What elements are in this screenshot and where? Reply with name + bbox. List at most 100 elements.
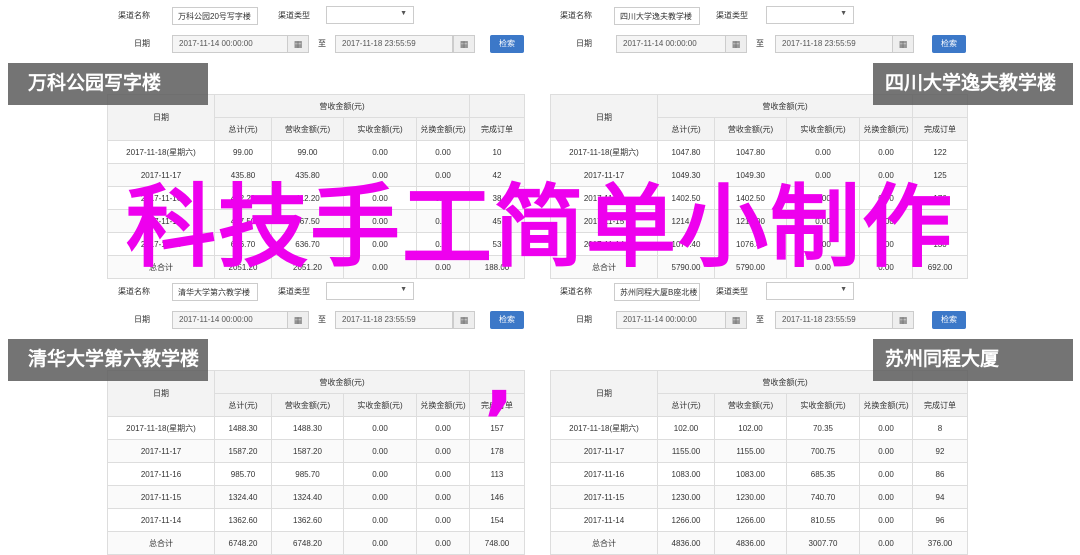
column-header[interactable]: 营收金额(元) xyxy=(714,117,787,141)
table-cell: 810.55 xyxy=(786,508,860,532)
channel-name-input[interactable]: 万科公园20号写字楼 xyxy=(172,7,258,25)
column-header[interactable]: 实收金额(元) xyxy=(786,117,860,141)
table-cell: 0.00 xyxy=(416,416,470,440)
calendar-grid-icon[interactable]: ▦ xyxy=(892,311,914,329)
table-cell: 685.35 xyxy=(786,462,860,486)
column-header[interactable]: 总计(元) xyxy=(657,117,715,141)
column-header[interactable]: 总计(元) xyxy=(214,393,272,417)
table-cell: 2017-11-14 xyxy=(107,508,215,532)
table-cell: 0.00 xyxy=(416,439,470,463)
building-banner: 四川大学逸夫教学楼 xyxy=(873,63,1073,105)
table-cell: 2017-11-15 xyxy=(550,485,658,509)
table-cell: 985.70 xyxy=(214,462,272,486)
end-date-input[interactable]: 2017-11-18 23:55:59 xyxy=(775,311,893,329)
start-date-input[interactable]: 2017-11-14 00:00:00 xyxy=(616,35,732,53)
column-header[interactable]: 总计(元) xyxy=(214,117,272,141)
table-row: 2017-11-18(星期六) 1488.30 1488.30 0.00 0.00 157 xyxy=(107,416,525,440)
table-row: 2017-11-15 1324.40 1324.40 0.00 0.00 146 xyxy=(107,485,525,509)
channel-name-input[interactable]: 四川大学逸夫教学楼 xyxy=(614,7,700,25)
column-header[interactable]: 总计(元) xyxy=(657,393,715,417)
column-header[interactable]: 实收金额(元) xyxy=(343,117,417,141)
start-date-input[interactable]: 2017-11-14 00:00:00 xyxy=(616,311,732,329)
channel-type-select[interactable]: ▼ xyxy=(326,6,414,24)
table-row: 2017-11-17 1155.00 1155.00 700.75 0.00 92 xyxy=(550,439,968,463)
table-cell: 748.00 xyxy=(469,531,525,555)
table-cell: 4836.00 xyxy=(657,531,715,555)
table-row: 2017-11-18(星期六) 99.00 99.00 0.00 0.00 10 xyxy=(107,140,525,164)
table-cell: 1324.40 xyxy=(271,485,344,509)
column-header[interactable]: 营收金额(元) xyxy=(271,117,344,141)
table-cell: 113 xyxy=(469,462,525,486)
table-cell: 2017-11-18(星期六) xyxy=(107,140,215,164)
table-cell: 1230.00 xyxy=(657,485,715,509)
column-header[interactable]: 营收金额(元) xyxy=(714,393,787,417)
column-header[interactable]: 营收金额(元) xyxy=(271,393,344,417)
table-cell: 985.70 xyxy=(271,462,344,486)
table-cell: 0.00 xyxy=(343,462,417,486)
search-button[interactable]: 检索 xyxy=(490,311,524,329)
calendar-grid-icon[interactable]: ▦ xyxy=(287,35,309,53)
calendar-grid-icon[interactable]: ▦ xyxy=(725,35,747,53)
building-banner: 清华大学第六教学楼 xyxy=(8,339,208,381)
search-button[interactable]: 检索 xyxy=(490,35,524,53)
table-row: 2017-11-15 1230.00 1230.00 740.70 0.00 94 xyxy=(550,485,968,509)
column-header[interactable]: 实收金额(元) xyxy=(343,393,417,417)
table-cell: 1047.80 xyxy=(657,140,715,164)
table-cell: 4836.00 xyxy=(714,531,787,555)
table-cell: 122 xyxy=(912,140,968,164)
start-date-input[interactable]: 2017-11-14 00:00:00 xyxy=(172,311,288,329)
table-cell: 2017-11-15 xyxy=(107,485,215,509)
column-header[interactable]: 兑换金额(元) xyxy=(859,117,913,141)
table-cell: 0.00 xyxy=(859,508,913,532)
table-cell: 2017-11-17 xyxy=(550,439,658,463)
report-panel-tsinghua: 渠道名称 清华大学第六教学楼 渠道类型 ▼ 日期 2017-11-14 00:00:00 ▦… xyxy=(0,276,540,555)
column-header[interactable]: 兑换金额(元) xyxy=(416,117,470,141)
date-range-separator: 至 xyxy=(756,39,764,48)
column-group-header: 营收金额(元) xyxy=(214,370,470,394)
table-cell: 1587.20 xyxy=(271,439,344,463)
date-range-separator: 至 xyxy=(756,315,764,324)
table-cell: 1230.00 xyxy=(714,485,787,509)
table-cell: 0.00 xyxy=(343,439,417,463)
table-cell: 8 xyxy=(912,416,968,440)
table-cell: 1083.00 xyxy=(714,462,787,486)
table-cell: 2017-11-17 xyxy=(107,439,215,463)
calendar-grid-icon[interactable]: ▦ xyxy=(453,311,475,329)
table-cell: 0.00 xyxy=(343,140,417,164)
channel-name-label: 渠道名称 xyxy=(118,11,150,20)
start-date-input[interactable]: 2017-11-14 00:00:00 xyxy=(172,35,288,53)
calendar-grid-icon[interactable]: ▦ xyxy=(287,311,309,329)
table-cell: 0.00 xyxy=(416,140,470,164)
date-label: 日期 xyxy=(134,39,150,48)
end-date-input[interactable]: 2017-11-18 23:55:59 xyxy=(775,35,893,53)
calendar-grid-icon[interactable]: ▦ xyxy=(453,35,475,53)
table-cell: 1324.40 xyxy=(214,485,272,509)
table-cell: 2017-11-18(星期六) xyxy=(107,416,215,440)
search-button[interactable]: 检索 xyxy=(932,311,966,329)
end-date-input[interactable]: 2017-11-18 23:55:59 xyxy=(335,35,453,53)
table-cell: 86 xyxy=(912,462,968,486)
table-row: 2017-11-14 1266.00 1266.00 810.55 0.00 96 xyxy=(550,508,968,532)
calendar-grid-icon[interactable]: ▦ xyxy=(725,311,747,329)
column-header[interactable]: 兑换金额(元) xyxy=(416,393,470,417)
table-cell: 92 xyxy=(912,439,968,463)
column-header[interactable]: 完成订单 xyxy=(912,117,968,141)
table-cell: 376.00 xyxy=(912,531,968,555)
column-header[interactable]: 兑换金额(元) xyxy=(859,393,913,417)
table-cell: 1362.60 xyxy=(214,508,272,532)
calendar-grid-icon[interactable]: ▦ xyxy=(892,35,914,53)
end-date-input[interactable]: 2017-11-18 23:55:59 xyxy=(335,311,453,329)
search-button[interactable]: 检索 xyxy=(932,35,966,53)
column-header[interactable]: 完成订单 xyxy=(469,117,525,141)
table-cell: 154 xyxy=(469,508,525,532)
table-cell: 102.00 xyxy=(714,416,787,440)
column-header[interactable]: 完成订单 xyxy=(912,393,968,417)
column-header-date: 日期 xyxy=(550,94,658,141)
column-header[interactable]: 实收金额(元) xyxy=(786,393,860,417)
revenue-table: 日期 营收金额(元) 总计(元) 营收金额(元) 实收金额(元) 兑换金额(元) 完成订单 2… xyxy=(550,370,968,555)
table-cell: 总合计 xyxy=(107,531,215,555)
channel-type-select[interactable]: ▼ xyxy=(766,6,854,24)
building-banner: 万科公园写字楼 xyxy=(8,63,208,105)
table-row: 2017-11-16 1083.00 1083.00 685.35 0.00 86 xyxy=(550,462,968,486)
table-cell: 102.00 xyxy=(657,416,715,440)
